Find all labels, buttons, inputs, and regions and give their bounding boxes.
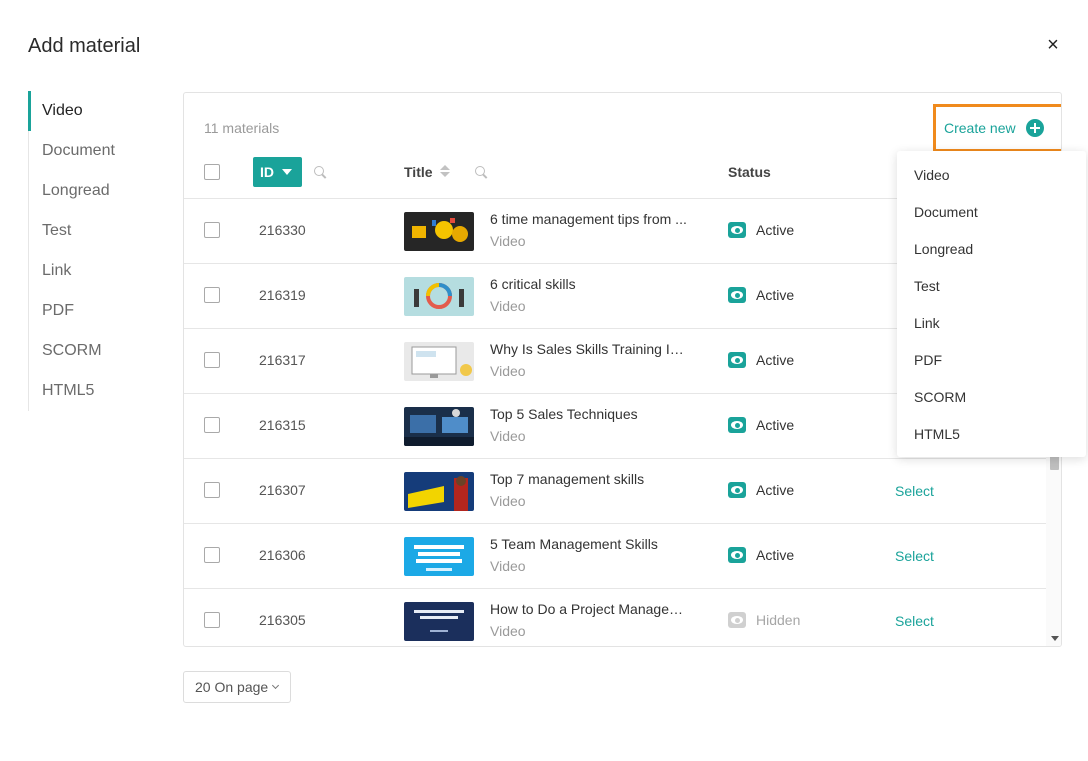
sort-icon[interactable] — [440, 164, 450, 178]
video-thumbnail — [404, 472, 474, 511]
material-id: 216305 — [259, 612, 306, 628]
search-icon[interactable] — [314, 166, 326, 178]
material-type: Video — [490, 298, 526, 314]
table-row[interactable]: 216307 Top 7 management skills Video Act… — [184, 459, 1046, 524]
material-title: Why Is Sales Skills Training Im... — [490, 341, 690, 357]
menu-item-longread[interactable]: Longread — [897, 231, 1086, 268]
material-type: Video — [490, 233, 526, 249]
sidebar-item-video[interactable]: Video — [28, 91, 168, 131]
row-checkbox[interactable] — [204, 612, 220, 628]
menu-item-video[interactable]: Video — [897, 157, 1086, 194]
material-id: 216307 — [259, 482, 306, 498]
materials-count: 11 materials — [204, 120, 280, 136]
chevron-down-icon — [272, 681, 280, 690]
create-new-label: Create new — [944, 120, 1016, 136]
menu-item-scorm[interactable]: SCORM — [897, 379, 1086, 416]
material-type: Video — [490, 623, 526, 639]
row-checkbox[interactable] — [204, 482, 220, 498]
select-all-checkbox[interactable] — [204, 164, 220, 180]
eye-icon — [728, 417, 746, 433]
menu-item-html5[interactable]: HTML5 — [897, 416, 1086, 453]
eye-icon — [728, 352, 746, 368]
sidebar-item-longread[interactable]: Longread — [29, 171, 168, 211]
status-label: Hidden — [756, 612, 801, 628]
material-title: 6 critical skills — [490, 276, 576, 292]
sort-down-icon — [282, 169, 292, 175]
status-label: Active — [756, 222, 795, 238]
select-link[interactable]: Select — [895, 613, 934, 629]
table-row[interactable]: 216306 5 Team Management Skills Video Ac… — [184, 524, 1046, 589]
video-thumbnail — [404, 342, 474, 381]
material-type-sidebar: Video Document Longread Test Link PDF SC… — [28, 91, 168, 411]
video-thumbnail — [404, 407, 474, 446]
per-page-select[interactable]: 20 On page — [183, 671, 291, 703]
material-title: How to Do a Project Managem... — [490, 601, 690, 617]
video-thumbnail — [404, 602, 474, 641]
video-thumbnail — [404, 537, 474, 576]
row-checkbox[interactable] — [204, 417, 220, 433]
material-type: Video — [490, 363, 526, 379]
sidebar-item-scorm[interactable]: SCORM — [29, 331, 168, 371]
search-icon[interactable] — [475, 166, 487, 178]
material-id: 216330 — [259, 222, 306, 238]
material-title: Top 7 management skills — [490, 471, 645, 487]
material-type: Video — [490, 428, 526, 444]
sidebar-item-document[interactable]: Document — [29, 131, 168, 171]
create-new-menu: Video Document Longread Test Link PDF SC… — [897, 151, 1086, 457]
eye-icon — [728, 547, 746, 563]
status-label: Active — [756, 287, 795, 303]
eye-icon — [728, 287, 746, 303]
table-row[interactable]: 216305 How to Do a Project Managem... Vi… — [184, 589, 1046, 646]
sidebar-item-link[interactable]: Link — [29, 251, 168, 291]
material-title: Top 5 Sales Techniques — [490, 406, 638, 422]
row-checkbox[interactable] — [204, 352, 220, 368]
material-title: 6 time management tips from ... — [490, 211, 687, 227]
menu-item-link[interactable]: Link — [897, 305, 1086, 342]
id-column-label: ID — [260, 164, 274, 180]
material-id: 216317 — [259, 352, 306, 368]
material-title: 5 Team Management Skills — [490, 536, 658, 552]
row-checkbox[interactable] — [204, 547, 220, 563]
status-label: Active — [756, 352, 795, 368]
title-column-header: Title — [404, 164, 433, 180]
material-id: 216306 — [259, 547, 306, 563]
eye-off-icon — [728, 612, 746, 628]
id-sort-button[interactable]: ID — [253, 157, 302, 187]
status-label: Active — [756, 482, 795, 498]
eye-icon — [728, 482, 746, 498]
status-column-header: Status — [728, 164, 771, 180]
plus-circle-icon — [1025, 119, 1044, 137]
close-icon[interactable]: × — [1043, 35, 1063, 55]
material-id: 216319 — [259, 287, 306, 303]
per-page-label: 20 On page — [195, 679, 269, 695]
video-thumbnail — [404, 212, 474, 251]
select-link[interactable]: Select — [895, 483, 934, 499]
modal-title: Add material — [28, 35, 141, 57]
sidebar-item-pdf[interactable]: PDF — [29, 291, 168, 331]
status-label: Active — [756, 547, 795, 563]
row-checkbox[interactable] — [204, 287, 220, 303]
menu-item-document[interactable]: Document — [897, 194, 1086, 231]
material-type: Video — [490, 558, 526, 574]
scroll-down-arrow-icon[interactable] — [1051, 636, 1059, 641]
row-checkbox[interactable] — [204, 222, 220, 238]
eye-icon — [728, 222, 746, 238]
video-thumbnail — [404, 277, 474, 316]
menu-item-pdf[interactable]: PDF — [897, 342, 1086, 379]
create-new-button[interactable]: Create new — [933, 104, 1061, 152]
material-type: Video — [490, 493, 526, 509]
sidebar-item-test[interactable]: Test — [29, 211, 168, 251]
select-link[interactable]: Select — [895, 548, 934, 564]
menu-item-test[interactable]: Test — [897, 268, 1086, 305]
status-label: Active — [756, 417, 795, 433]
sidebar-item-html5[interactable]: HTML5 — [29, 371, 168, 411]
material-id: 216315 — [259, 417, 306, 433]
